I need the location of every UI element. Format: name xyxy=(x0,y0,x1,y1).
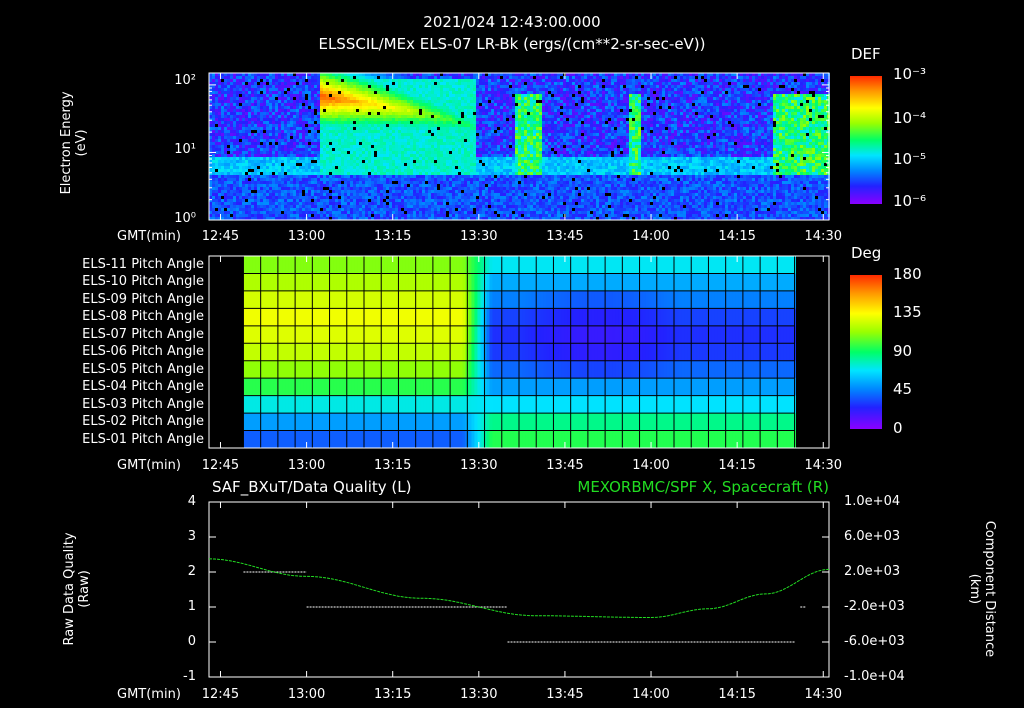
panel3-ytick-right-0: 1.0e+04 xyxy=(844,494,901,509)
panel3-ytick-right-5: -1.0e+04 xyxy=(844,669,905,684)
panel3-ytick-left-5: -1 xyxy=(183,669,196,684)
panel3-ytick-left-2: 2 xyxy=(187,564,196,579)
panel3-xtick-2: 13:15 xyxy=(373,687,412,702)
panel3-ytick-right-3: -2.0e+03 xyxy=(844,599,905,614)
panel3-ytick-right-2: 2.0e+03 xyxy=(844,564,901,579)
panel3-ytick-left-1: 3 xyxy=(187,529,196,544)
panel3-xlabel: GMT(min) xyxy=(117,687,181,702)
panel3-xtick-7: 14:30 xyxy=(804,687,842,702)
panel3-ytick-right-1: 6.0e+03 xyxy=(844,529,901,544)
panel3-xtick-0: 12:45 xyxy=(201,687,240,702)
panel3-xtick-3: 13:30 xyxy=(460,687,498,702)
panel3-ytick-left-3: 1 xyxy=(187,599,196,614)
panel3-xtick-5: 14:00 xyxy=(632,687,670,702)
panel3-xtick-6: 14:15 xyxy=(718,687,756,702)
panel3-xtick-4: 13:45 xyxy=(546,687,584,702)
panel3-ytick-right-4: -6.0e+03 xyxy=(844,634,905,649)
panel3-ytick-left-0: 4 xyxy=(187,494,196,509)
spf-x-line xyxy=(209,558,830,618)
panel3-xtick-1: 13:00 xyxy=(287,687,326,702)
panel3-ytick-left-4: 0 xyxy=(187,634,196,649)
